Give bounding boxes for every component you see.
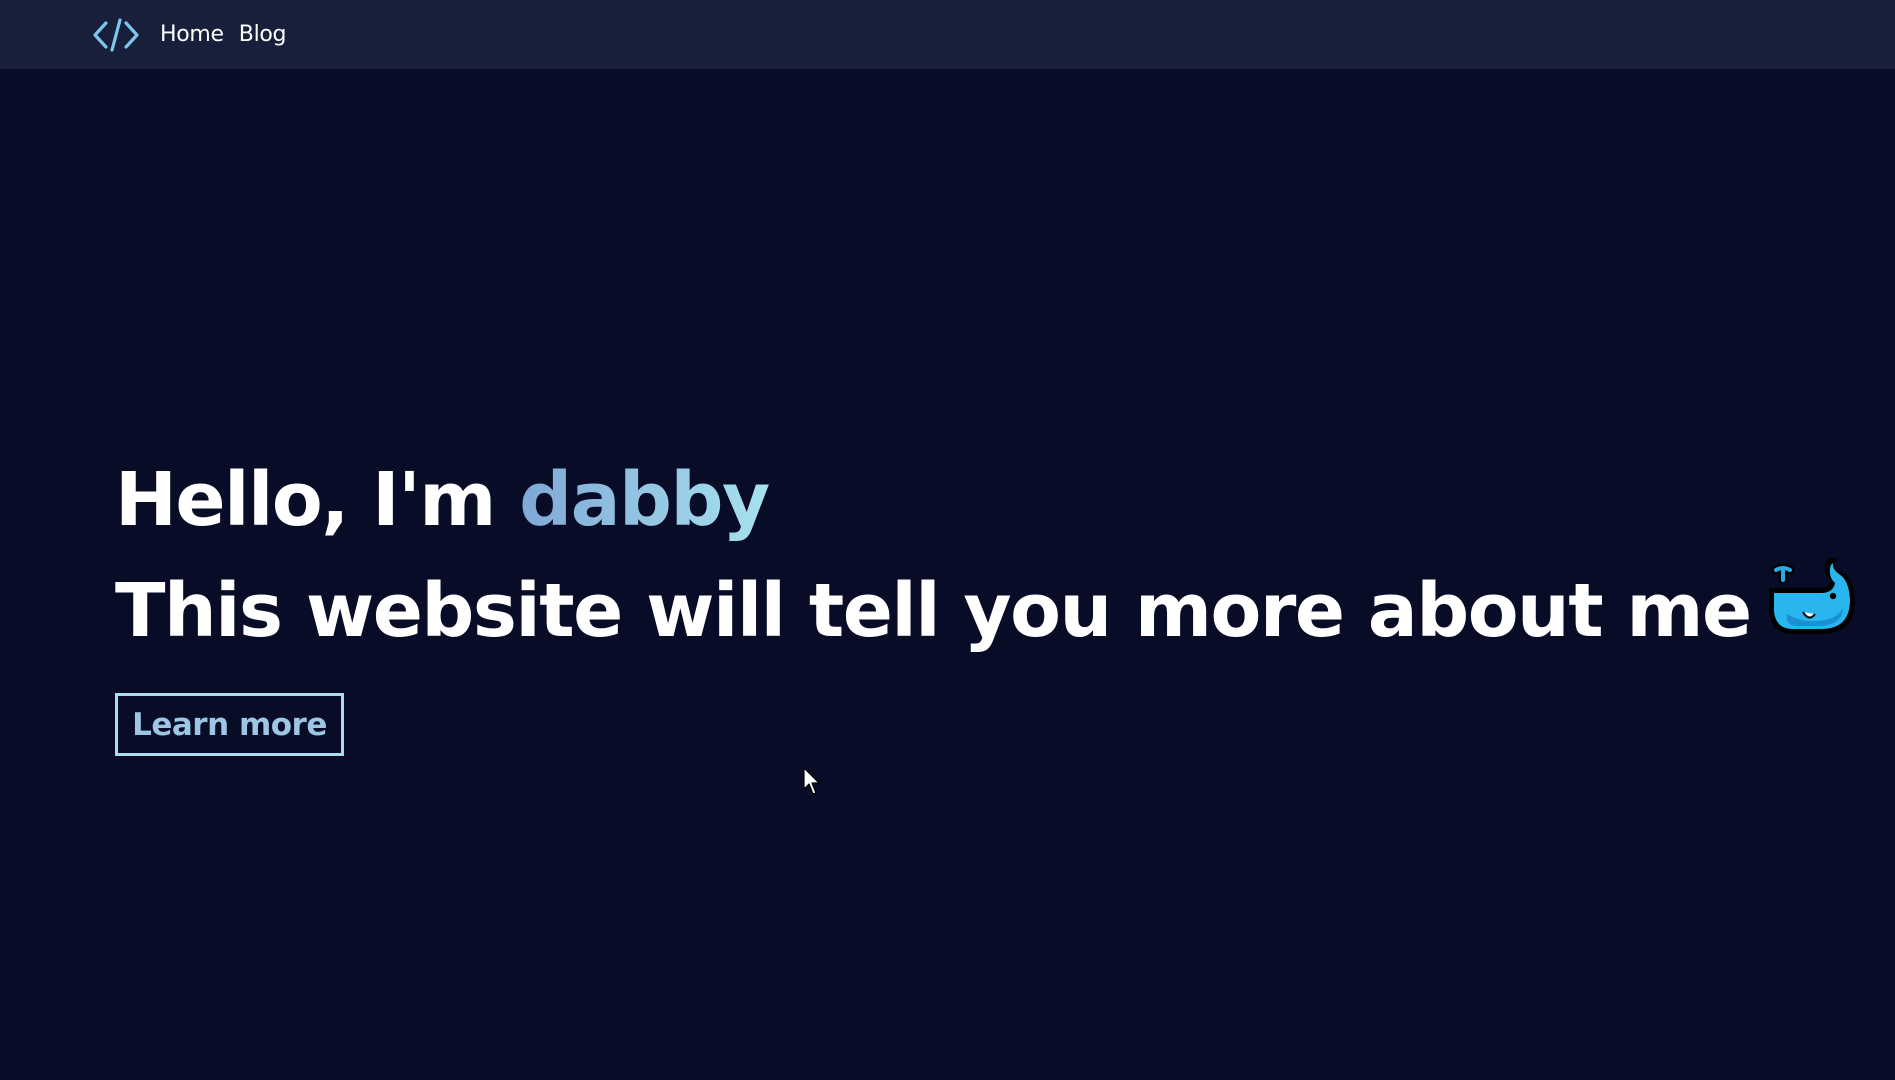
- hero-section: Hello, I'm dabby This website will tell …: [115, 450, 1863, 661]
- tagline-text: This website will tell you more about me: [115, 568, 1752, 654]
- nav-link-home[interactable]: Home: [160, 22, 224, 47]
- hero-greeting: Hello, I'm dabby: [115, 450, 1863, 550]
- mouse-pointer-icon: [803, 767, 820, 795]
- learn-more-button[interactable]: Learn more: [115, 693, 344, 756]
- greeting-prefix: Hello, I'm: [115, 457, 520, 543]
- code-brackets-icon[interactable]: [92, 17, 140, 53]
- whale-emoji-icon: [1768, 557, 1855, 634]
- nav-link-blog[interactable]: Blog: [239, 22, 287, 47]
- hero-tagline: This website will tell you more about me: [115, 550, 1863, 661]
- nav-links: Home Blog: [160, 0, 287, 69]
- navbar: Home Blog: [0, 0, 1895, 69]
- name-highlight: dabby: [519, 457, 770, 543]
